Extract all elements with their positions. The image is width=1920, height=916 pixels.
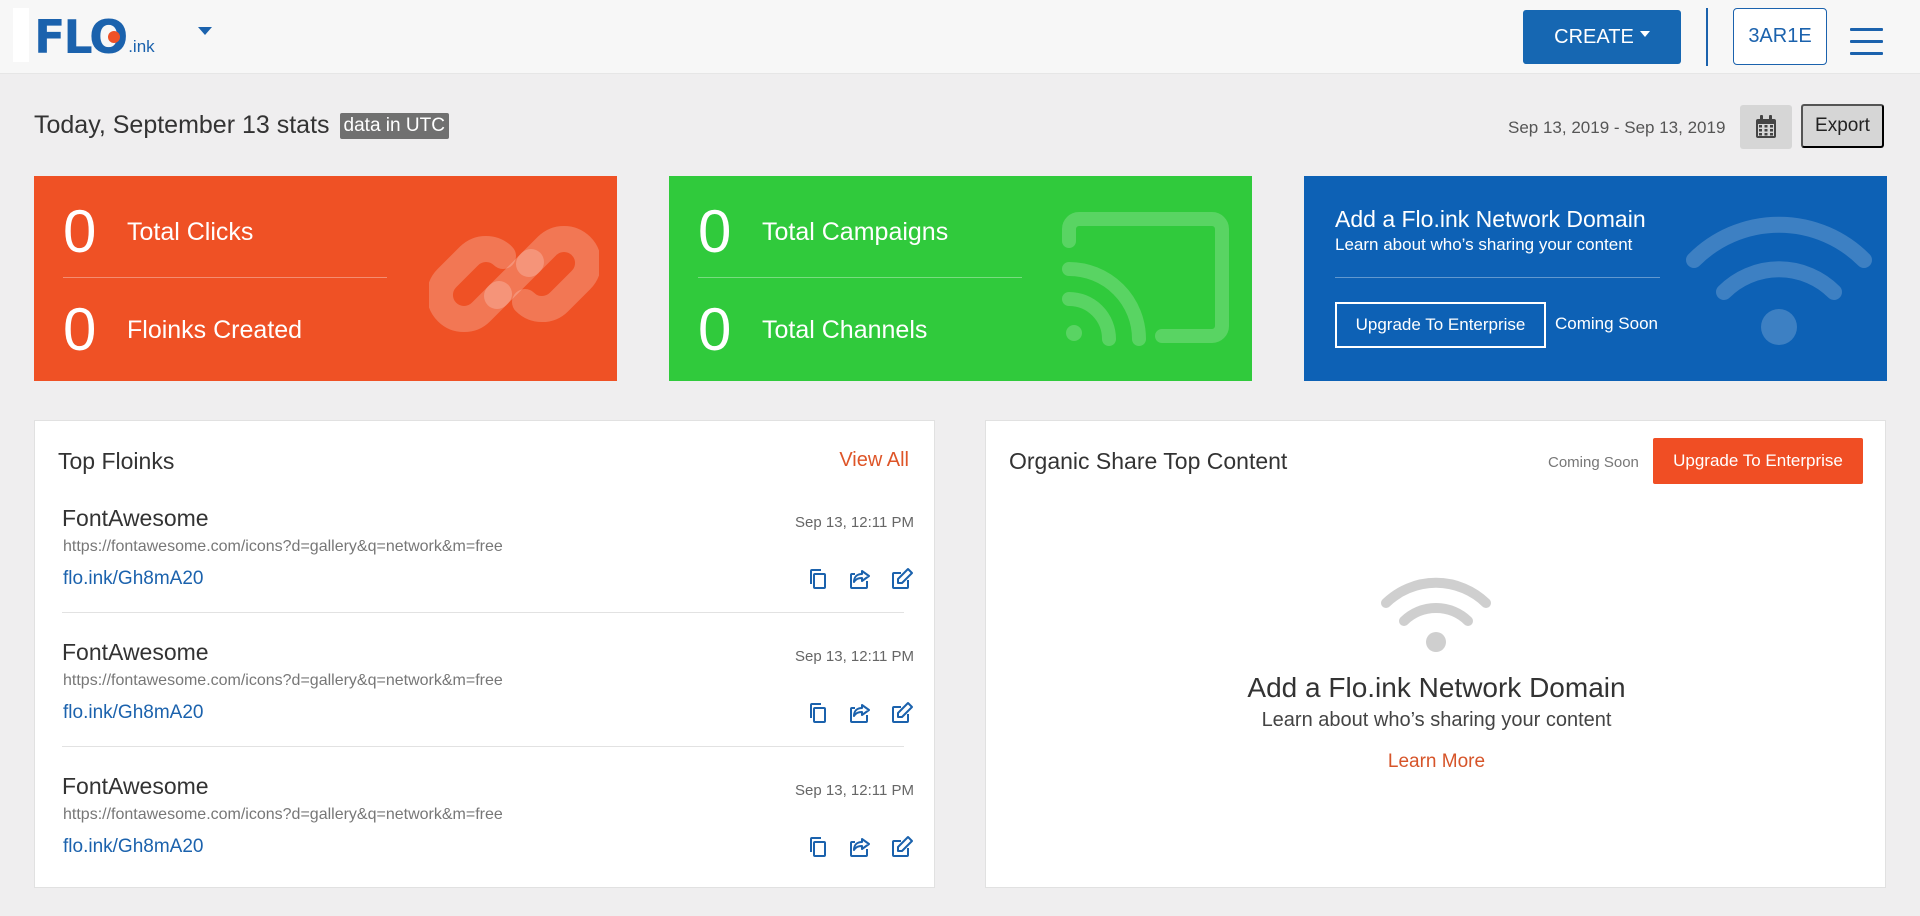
share-icon[interactable] (848, 701, 872, 725)
total-clicks-label: Total Clicks (127, 217, 254, 246)
calendar-button[interactable] (1740, 105, 1792, 149)
clicks-stat-card: 0 Total Clicks 0 Floinks Created (34, 176, 617, 381)
floink-short-link[interactable]: flo.ink/Gh8mA20 (63, 568, 203, 590)
card-divider (1335, 277, 1660, 278)
workspace-dropdown-caret-icon[interactable] (198, 27, 212, 35)
floink-timestamp: Sep 13, 12:11 PM (795, 648, 914, 665)
wifi-icon (1381, 577, 1491, 652)
total-campaigns-label: Total Campaigns (762, 217, 949, 246)
share-icon[interactable] (848, 567, 872, 591)
floink-actions (806, 567, 914, 591)
campaigns-stat-card: 0 Total Campaigns 0 Total Channels (669, 176, 1252, 381)
floink-actions (806, 701, 914, 725)
logo[interactable]: FLO .ink (34, 10, 155, 60)
top-navbar: FLO .ink CREATE 3AR1E (0, 0, 1920, 74)
floink-name: FontAwesome (62, 639, 209, 665)
copy-icon[interactable] (806, 835, 830, 859)
empty-state-subtitle: Learn about who’s sharing your content (1261, 709, 1612, 731)
edit-icon[interactable] (890, 835, 914, 859)
network-domain-card: Add a Flo.ink Network Domain Learn about… (1304, 176, 1887, 381)
top-floinks-title: Top Floinks (58, 448, 175, 474)
date-range: Sep 13, 2019 - Sep 13, 2019 (1508, 118, 1726, 137)
utc-badge: data in UTC (339, 112, 449, 139)
floink-short-link[interactable]: flo.ink/Gh8mA20 (63, 836, 203, 858)
export-button[interactable]: Export (1801, 104, 1884, 148)
link-icon (429, 225, 599, 333)
stats-title-text: Today, September 13 stats (34, 111, 330, 139)
total-clicks-value: 0 (63, 198, 97, 265)
copy-icon[interactable] (806, 701, 830, 725)
edit-icon[interactable] (890, 701, 914, 725)
hamburger-menu-icon[interactable] (1850, 28, 1883, 56)
floink-timestamp: Sep 13, 12:11 PM (795, 514, 914, 531)
top-floinks-panel: Top Floinks View All FontAwesome https:/… (34, 420, 935, 888)
logo-dot (108, 31, 120, 43)
navbar-divider (1706, 8, 1708, 66)
total-channels-value: 0 (698, 296, 732, 363)
network-domain-subtitle: Learn about who’s sharing your content (1335, 235, 1633, 254)
edit-icon[interactable] (890, 567, 914, 591)
floink-actions (806, 835, 914, 859)
total-clicks-stat: 0 Total Clicks (63, 202, 253, 262)
upgrade-to-enterprise-button[interactable]: Upgrade To Enterprise (1653, 438, 1863, 484)
coming-soon-label: Coming Soon (1555, 314, 1659, 333)
total-campaigns-value: 0 (698, 198, 732, 265)
copy-icon[interactable] (806, 567, 830, 591)
calendar-icon (1756, 115, 1776, 138)
coming-soon-label: Coming Soon (1548, 454, 1639, 471)
create-button[interactable]: CREATE (1523, 10, 1681, 64)
floinks-created-stat: 0 Floinks Created (63, 300, 302, 360)
floink-name: FontAwesome (62, 773, 209, 799)
stats-title: Today, September 13 stats data in UTC (34, 111, 449, 140)
floinks-created-value: 0 (63, 296, 97, 363)
floink-name: FontAwesome (62, 505, 209, 531)
floink-divider (62, 746, 904, 747)
total-channels-stat: 0 Total Channels (698, 300, 927, 360)
learn-more-link[interactable]: Learn More (986, 751, 1887, 773)
organic-share-panel: Organic Share Top Content Coming Soon Up… (985, 420, 1886, 888)
total-campaigns-stat: 0 Total Campaigns (698, 202, 948, 262)
logo-strip (13, 8, 29, 62)
floink-url[interactable]: https://fontawesome.com/icons?d=gallery&… (63, 672, 503, 690)
stat-divider (63, 277, 387, 278)
user-account-button[interactable]: 3AR1E (1733, 8, 1827, 65)
wifi-icon (1686, 216, 1872, 345)
floink-url[interactable]: https://fontawesome.com/icons?d=gallery&… (63, 806, 503, 824)
view-all-link[interactable]: View All (839, 449, 909, 472)
floink-divider (62, 612, 904, 613)
empty-state-title: Add a Flo.ink Network Domain (1247, 672, 1626, 703)
caret-down-icon (1639, 31, 1650, 37)
create-button-label: CREATE (1554, 25, 1634, 48)
share-icon[interactable] (848, 835, 872, 859)
total-channels-label: Total Channels (762, 315, 928, 344)
logo-suffix: .ink (128, 37, 155, 56)
floink-url[interactable]: https://fontawesome.com/icons?d=gallery&… (63, 538, 503, 556)
floink-short-link[interactable]: flo.ink/Gh8mA20 (63, 702, 203, 724)
floinks-created-label: Floinks Created (127, 315, 303, 344)
network-domain-title: Add a Flo.ink Network Domain (1335, 206, 1646, 232)
cast-icon (1062, 212, 1229, 346)
stat-divider (698, 277, 1022, 278)
floink-timestamp: Sep 13, 12:11 PM (795, 782, 914, 799)
organic-share-title: Organic Share Top Content (1009, 448, 1288, 474)
upgrade-to-enterprise-button[interactable]: Upgrade To Enterprise (1335, 302, 1546, 348)
